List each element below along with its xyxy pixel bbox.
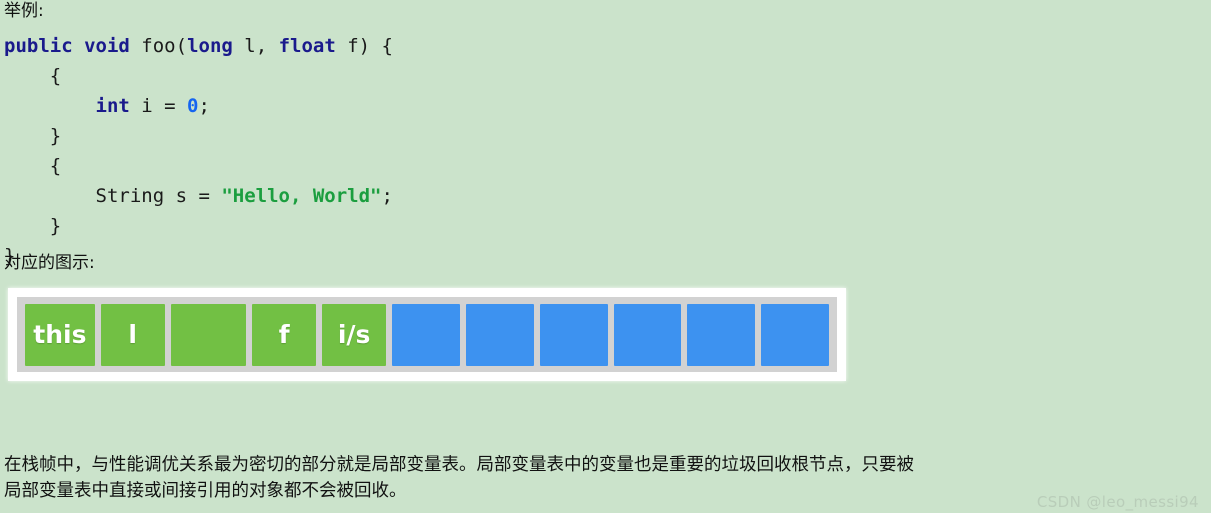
- code-token-plain: f) {: [335, 35, 393, 57]
- section-title-diagram: 对应的图示:: [4, 253, 95, 273]
- code-line: public void foo(long l, float f) {: [4, 31, 393, 61]
- lvt-slot-empty-2: [170, 303, 247, 366]
- lvt-slot-f: f: [252, 303, 317, 366]
- code-token-plain: foo(: [129, 35, 188, 57]
- code-line: {: [4, 151, 393, 181]
- code-token-kw: int: [95, 95, 130, 117]
- code-line: }: [4, 121, 393, 151]
- code-token-plain: }: [4, 125, 62, 147]
- lvt-slot-empty-7: [539, 303, 608, 366]
- page-title-example: 举例:: [4, 1, 44, 21]
- lvt-slot-label: i/s: [337, 320, 371, 349]
- code-line: {: [4, 61, 393, 91]
- code-line: String s = "Hello, World";: [4, 181, 393, 211]
- code-line: }: [4, 211, 393, 241]
- csdn-watermark: CSDN @leo_messi94: [1036, 493, 1199, 511]
- lvt-slot-i-s: i/s: [322, 303, 387, 366]
- code-token-plain: ;: [198, 95, 210, 117]
- local-variable-table-diagram: this l f i/s: [8, 288, 846, 381]
- code-token-kw: public: [4, 35, 73, 57]
- lvt-slot-this: this: [25, 303, 95, 366]
- code-token-plain: {: [4, 65, 62, 87]
- code-token-str: "Hello, World": [221, 185, 382, 207]
- code-token-kw: float: [278, 35, 336, 57]
- code-token-plain: ;: [381, 185, 393, 207]
- code-token-plain: {: [4, 155, 62, 177]
- lvt-slot-empty-8: [613, 303, 682, 366]
- lvt-slot-empty-5: [392, 303, 460, 366]
- code-line: int i = 0;: [4, 91, 393, 121]
- lvt-slot-l: l: [100, 303, 165, 366]
- code-token-kw: long: [187, 35, 233, 57]
- lvt-slot-label: l: [128, 320, 137, 349]
- lvt-slot-label: this: [33, 320, 87, 349]
- paragraph-line-1: 在栈帧中，与性能调优关系最为密切的部分就是局部变量表。局部变量表中的变量也是重要…: [4, 455, 914, 475]
- code-token-plain: }: [4, 215, 62, 237]
- code-token-num: 0: [187, 95, 199, 117]
- paragraph-line-2: 局部变量表中直接或间接引用的对象都不会被回收。: [4, 481, 407, 501]
- lvt-slot-label: f: [278, 320, 290, 349]
- explanation-paragraph: 在栈帧中，与性能调优关系最为密切的部分就是局部变量表。局部变量表中的变量也是重要…: [4, 452, 1207, 504]
- lvt-slot-empty-6: [465, 303, 534, 366]
- java-code-block: public void foo(long l, float f) { { int…: [4, 31, 393, 271]
- code-token-plain: String s =: [4, 185, 222, 207]
- code-token-kw: void: [84, 35, 130, 57]
- lvt-slot-empty-10: [761, 303, 829, 366]
- code-token-plain: i =: [129, 95, 188, 117]
- local-variable-table-panel: this l f i/s: [17, 297, 837, 372]
- lvt-slot-empty-9: [687, 303, 756, 366]
- code-token-plain: l,: [232, 35, 279, 57]
